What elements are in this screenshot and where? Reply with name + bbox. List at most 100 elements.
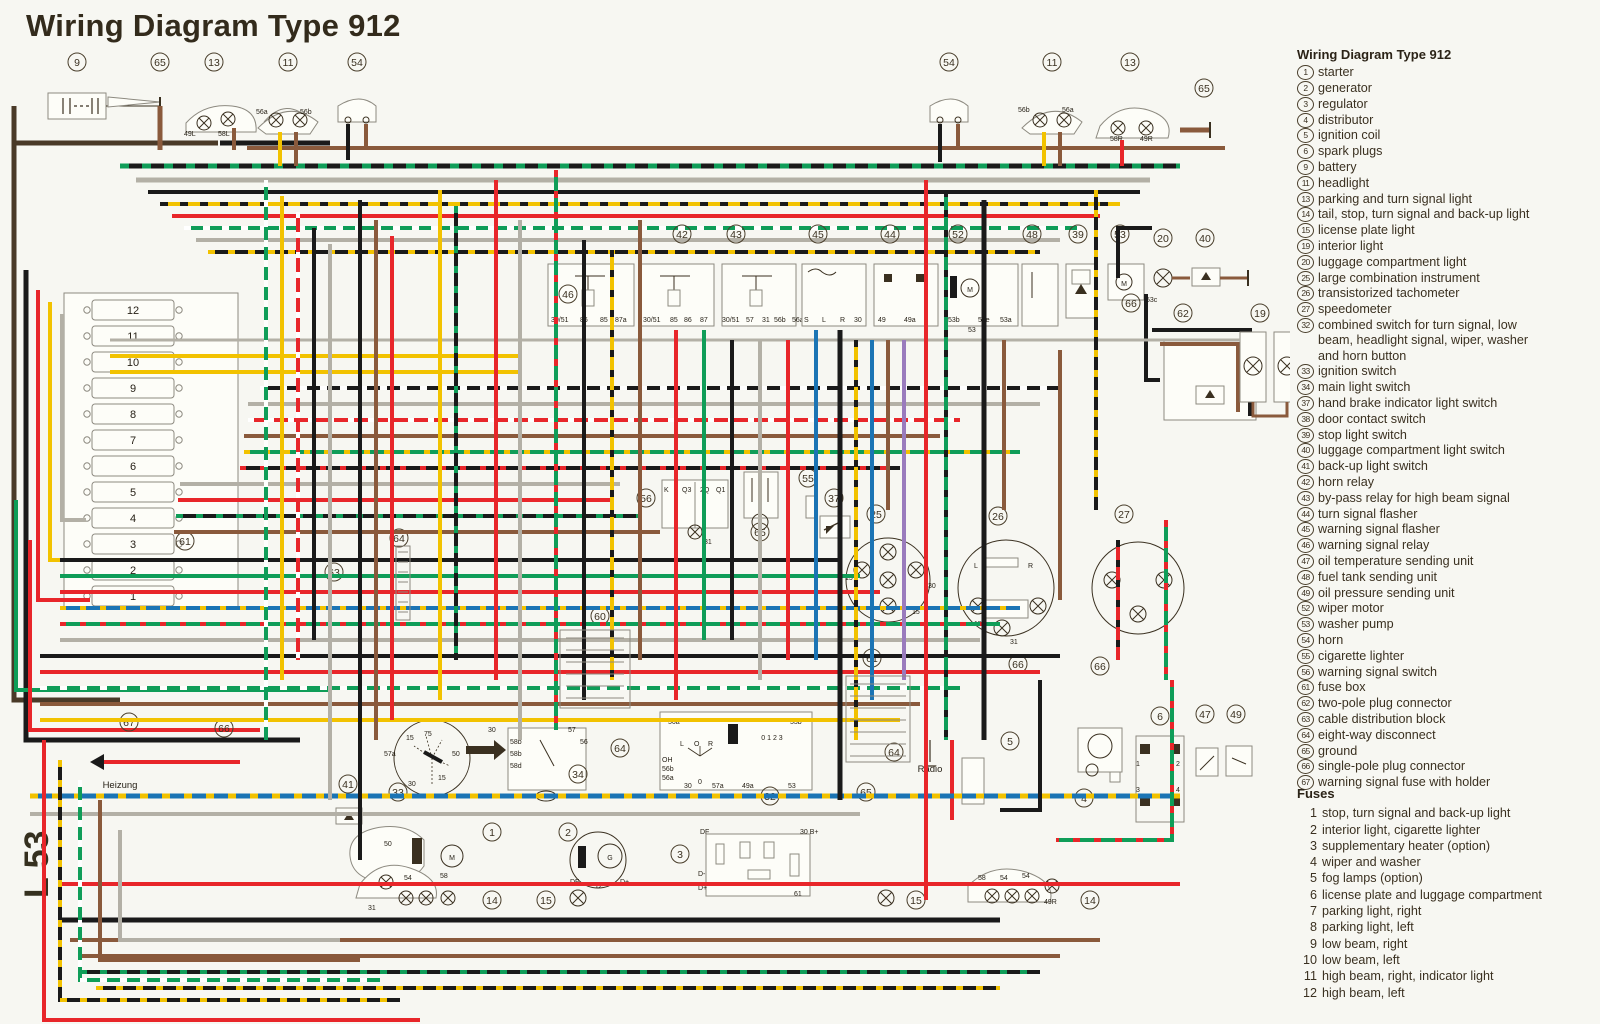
legend-item-9: 9 battery	[1297, 160, 1597, 176]
fuse-list: 1 stop, turn signal and back-up light 2 int…	[1297, 805, 1597, 1001]
svg-text:26: 26	[992, 511, 1004, 523]
svg-text:R: R	[1028, 563, 1033, 570]
legend-key-badge: 48	[1297, 569, 1314, 585]
svg-text:13: 13	[1124, 57, 1136, 69]
fuse-label: wiper and washer	[1322, 855, 1421, 870]
svg-text:39: 39	[1072, 229, 1084, 241]
legend-item-label: door contact switch	[1318, 411, 1426, 426]
main-light-switch-34: 34 58b 58b 58d 30 57 56	[488, 727, 588, 802]
svg-text:30/51: 30/51	[551, 317, 569, 324]
legend-item-label: hand brake indicator light switch	[1318, 396, 1498, 411]
legend-item-label: distributor	[1318, 112, 1374, 127]
legend-item-11: 11 headlight	[1297, 175, 1597, 191]
legend-key-badge: 63	[1297, 711, 1314, 727]
legend-key-badge: 5	[1297, 128, 1314, 144]
legend-key-number: 48	[1297, 569, 1314, 585]
legend-item-label: two-pole plug connector	[1318, 696, 1452, 711]
fuse-cell-number: 5	[130, 487, 136, 499]
legend-key-number: 2	[1297, 81, 1314, 97]
svg-text:0: 0	[698, 779, 702, 786]
fuse-cell-11: 11	[83, 325, 183, 347]
svg-text:58b: 58b	[510, 751, 522, 758]
svg-text:3: 3	[677, 849, 683, 861]
fuse-number: 5	[1309, 871, 1317, 886]
legend-key-number: 64	[1297, 727, 1314, 743]
legend-key-badge: 41	[1297, 459, 1314, 475]
legend-key-badge: 15	[1297, 223, 1314, 239]
svg-text:M: M	[449, 855, 455, 862]
legend-key-badge: 61	[1297, 680, 1314, 696]
legend-item-38: 38 door contact switch	[1297, 411, 1597, 427]
legend-key-number: 33	[1297, 364, 1314, 380]
svg-text:OH: OH	[662, 757, 673, 764]
legend-item-25: 25 large combination instrument	[1297, 270, 1597, 286]
fuse-cell-1: 1	[83, 585, 183, 607]
svg-text:L: L	[974, 563, 978, 570]
svg-text:56a: 56a	[256, 109, 268, 116]
legend-item-3: 3 regulator	[1297, 96, 1597, 112]
svg-text:20: 20	[1157, 233, 1169, 245]
fuse-item-6: 6 license plate and luggage compartment	[1297, 887, 1597, 903]
fuse-cell-3: 3	[83, 533, 183, 555]
legend-item-label: regulator	[1318, 96, 1368, 111]
svg-text:S: S	[804, 317, 809, 324]
svg-text:41: 41	[342, 779, 354, 791]
ground-65-top-right: 65	[1180, 78, 1214, 138]
legend-item-45: 45 warning signal flasher	[1297, 522, 1597, 538]
legend-key-badge: 40	[1297, 443, 1314, 459]
fuse-number: 1	[1309, 806, 1317, 821]
fuse-label: parking light, left	[1322, 920, 1414, 935]
svg-text:75: 75	[424, 731, 432, 738]
fuse-cell-6: 6	[83, 455, 183, 477]
legend-key-number: 39	[1297, 427, 1314, 443]
legend-item-label: interior light	[1318, 239, 1384, 254]
legend-key-badge: 52	[1297, 601, 1314, 617]
fuse-item-1: 1 stop, turn signal and back-up light	[1297, 805, 1597, 821]
svg-text:54: 54	[351, 57, 363, 69]
legend-key-number: 11	[1297, 175, 1314, 191]
svg-text:Q3: Q3	[682, 487, 691, 494]
fuse-cell-number: 4	[130, 513, 136, 525]
fuse-number: 7	[1309, 904, 1317, 919]
svg-text:56b: 56b	[774, 317, 786, 324]
combined-switch-32: 32 56a LO R OH56b 56a 30 57a 49a 53b 53 0…	[659, 711, 813, 806]
fuse-cell-number: 10	[127, 357, 139, 369]
legend-item-label: eight-way disconnect	[1318, 727, 1436, 742]
legend-item-label: fuel tank sending unit	[1318, 569, 1438, 584]
legend-item-label: warning signal flasher	[1318, 522, 1440, 537]
legend-item-61: 61 fuse box	[1297, 680, 1597, 696]
legend-key-badge: 33	[1297, 364, 1314, 380]
svg-text:52: 52	[952, 229, 964, 241]
legend-key-badge: 32	[1297, 318, 1314, 334]
legend-item-label: oil pressure sending unit	[1318, 585, 1455, 600]
svg-text:64: 64	[393, 533, 405, 545]
svg-text:58: 58	[978, 875, 986, 882]
svg-text:9: 9	[74, 57, 80, 69]
legend-item-label: warning signal relay	[1318, 538, 1430, 553]
fuses-heading: Fuses	[1297, 786, 1335, 801]
legend-item-32: 32 combined switch for turn signal, low b…	[1297, 318, 1597, 364]
svg-text:D-: D-	[698, 871, 706, 878]
svg-text:57: 57	[568, 727, 576, 734]
combined-switch-positions: 0	[698, 779, 702, 786]
legend-key-badge: 9	[1297, 160, 1314, 176]
legend-key-number: 38	[1297, 411, 1314, 427]
tail-light-14-right: 58 54 54 49R 14	[967, 868, 1100, 910]
legend-item-label: single-pole plug connector	[1318, 759, 1466, 774]
license-light-15-right: 15	[877, 889, 926, 910]
svg-text:D+: D+	[698, 885, 707, 892]
legend-item-label: warning signal switch	[1318, 664, 1437, 679]
instrument-25: 25 1530 15	[845, 504, 936, 623]
fuse-cell-number: 12	[127, 305, 139, 317]
svg-text:85: 85	[670, 317, 678, 324]
legend-key-number: 19	[1297, 239, 1314, 255]
legend-key-number: 14	[1297, 207, 1314, 223]
legend-item-label: luggage compartment light switch	[1318, 443, 1505, 458]
fuse-label: supplementary heater (option)	[1322, 838, 1491, 853]
fuse-number: 9	[1309, 936, 1317, 951]
tail-light-14-left: 31 54 58 14	[355, 864, 502, 912]
legend-item-20: 20 luggage compartment light	[1297, 254, 1597, 270]
legend-item-49: 49 oil pressure sending unit	[1297, 585, 1597, 601]
legend-item-42: 42 horn relay	[1297, 475, 1597, 491]
legend-key-badge: 1	[1297, 65, 1314, 81]
